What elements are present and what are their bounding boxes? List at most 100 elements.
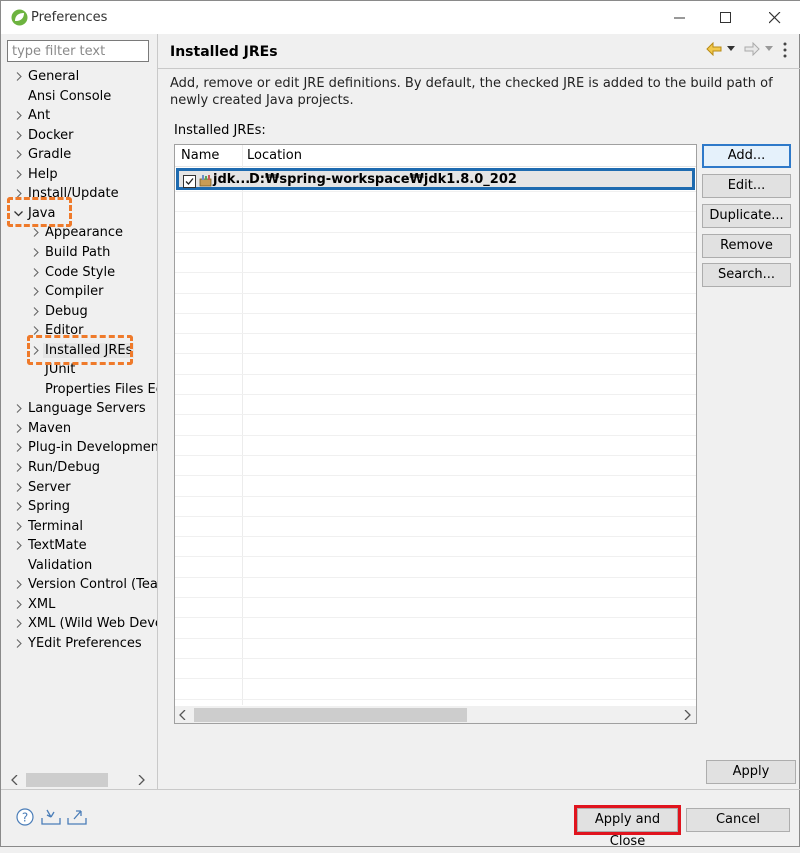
table-gridline (175, 638, 696, 639)
edit-button[interactable]: Edit... (702, 174, 791, 198)
forward-dropdown-icon[interactable] (765, 46, 774, 52)
table-row[interactable]: jdk... D:₩spring-workspace₩jdk1.8.0_202 (176, 168, 695, 190)
apply-and-close-button[interactable]: Apply and Close (577, 808, 678, 849)
export-icon[interactable] (67, 808, 87, 826)
table-gridline (175, 658, 696, 659)
scroll-left-icon[interactable] (179, 710, 187, 720)
forward-arrow-icon[interactable] (744, 42, 760, 56)
search-button[interactable]: Search... (702, 263, 791, 287)
back-arrow-icon[interactable] (706, 42, 722, 56)
chevron-right-icon[interactable] (14, 536, 26, 555)
page-title: Installed JREs (170, 44, 278, 60)
table-gridline (175, 455, 696, 456)
tree-item[interactable]: Maven (14, 419, 73, 438)
chevron-right-icon[interactable] (14, 419, 26, 438)
tree-item[interactable]: Validation (14, 556, 94, 575)
chevron-right-icon[interactable] (31, 243, 43, 262)
table-horizontal-scrollbar[interactable] (175, 706, 696, 723)
add-button[interactable]: Add... (702, 144, 791, 168)
apply-button[interactable]: Apply (706, 760, 796, 784)
tree-item[interactable]: Run/Debug (14, 458, 102, 477)
column-header-location[interactable]: Location (247, 148, 302, 163)
back-dropdown-icon[interactable] (727, 46, 736, 52)
table-gridline (175, 678, 696, 679)
cancel-button[interactable]: Cancel (686, 808, 790, 832)
tree-item[interactable]: Language Servers (14, 399, 148, 418)
tree-item[interactable]: Help (14, 165, 60, 184)
minimize-button[interactable] (656, 1, 704, 34)
tree-item[interactable]: Server (14, 478, 73, 497)
chevron-right-icon[interactable] (14, 634, 26, 653)
chevron-right-icon[interactable] (14, 595, 26, 614)
tree-item[interactable]: Version Control (Tea (14, 575, 157, 594)
scroll-left-icon[interactable] (11, 775, 19, 785)
scroll-thumb[interactable] (194, 708, 467, 722)
chevron-right-icon[interactable] (14, 145, 26, 164)
column-header-name[interactable]: Name (181, 148, 219, 163)
tree-item-label: Validation (28, 557, 93, 573)
duplicate-button[interactable]: Duplicate... (702, 204, 791, 228)
table-gridline (175, 435, 696, 436)
tree-item-label: Compiler (45, 284, 104, 300)
tree-item[interactable]: Debug (31, 302, 90, 321)
chevron-right-icon[interactable] (14, 126, 26, 145)
chevron-right-icon[interactable] (14, 478, 26, 497)
table-gridline (175, 353, 696, 354)
tree-item-label: XML (28, 596, 56, 612)
close-button[interactable] (751, 1, 799, 34)
chevron-right-icon[interactable] (14, 614, 26, 633)
tree-item[interactable]: General (14, 67, 81, 86)
jre-location-cell: D:₩spring-workspace₩jdk1.8.0_202 (249, 172, 517, 187)
tree-item[interactable]: Gradle (14, 145, 73, 164)
tree-item[interactable]: TextMate (14, 536, 89, 555)
preferences-window: Preferences General Ansi Console Ant Docker… (0, 0, 800, 849)
tree-item[interactable]: YEdit Preferences (14, 634, 144, 653)
chevron-right-icon[interactable] (31, 282, 43, 301)
tree-item[interactable]: Docker (14, 126, 76, 145)
scroll-right-icon[interactable] (683, 710, 691, 720)
chevron-right-icon[interactable] (14, 438, 26, 457)
chevron-right-icon[interactable] (14, 67, 26, 86)
chevron-right-icon[interactable] (14, 399, 26, 418)
tree-item[interactable]: Terminal (14, 517, 85, 536)
chevron-right-icon[interactable] (14, 106, 26, 125)
tree-item[interactable]: XML (Wild Web Deve (14, 614, 157, 633)
tree-horizontal-scrollbar[interactable] (9, 771, 149, 789)
title-separator (158, 68, 800, 69)
table-gridline (175, 333, 696, 334)
maximize-icon (720, 11, 731, 23)
tree-item[interactable]: Code Style (31, 263, 117, 282)
table-gridline (175, 617, 696, 618)
chevron-right-icon[interactable] (14, 497, 26, 516)
tree-item[interactable]: Ansi Console (14, 87, 113, 106)
maximize-button[interactable] (702, 1, 750, 34)
tree-item[interactable]: Spring (14, 497, 72, 516)
chevron-right-icon[interactable] (14, 165, 26, 184)
chevron-right-icon[interactable] (14, 458, 26, 477)
tree-item[interactable]: Plug-in Developmen (14, 438, 157, 457)
chevron-right-icon[interactable] (31, 302, 43, 321)
import-icon[interactable] (41, 808, 61, 826)
tree-item[interactable]: Compiler (31, 282, 106, 301)
chevron-right-icon[interactable] (14, 575, 26, 594)
scroll-thumb[interactable] (26, 773, 108, 787)
tree-item[interactable]: Properties Files Ec (31, 380, 157, 399)
table-gridline (175, 516, 696, 517)
jre-library-icon (199, 175, 212, 187)
jre-default-checkbox[interactable] (183, 175, 196, 188)
tree-item-label: Run/Debug (28, 460, 101, 475)
tree-item[interactable]: Build Path (31, 243, 112, 262)
scroll-right-icon[interactable] (137, 775, 145, 785)
view-menu-icon[interactable] (782, 41, 788, 59)
chevron-right-icon[interactable] (31, 263, 43, 282)
table-header: Name Location (175, 145, 696, 167)
tree-item[interactable]: XML (14, 595, 57, 614)
panel-divider (157, 34, 158, 789)
chevron-right-icon[interactable] (14, 517, 26, 536)
tree-item[interactable]: Ant (14, 106, 52, 125)
filter-input[interactable] (7, 40, 149, 62)
help-icon[interactable]: ? (16, 808, 34, 826)
table-gridline (175, 232, 696, 233)
remove-button[interactable]: Remove (702, 234, 791, 258)
tree-item-label: General (28, 69, 80, 84)
